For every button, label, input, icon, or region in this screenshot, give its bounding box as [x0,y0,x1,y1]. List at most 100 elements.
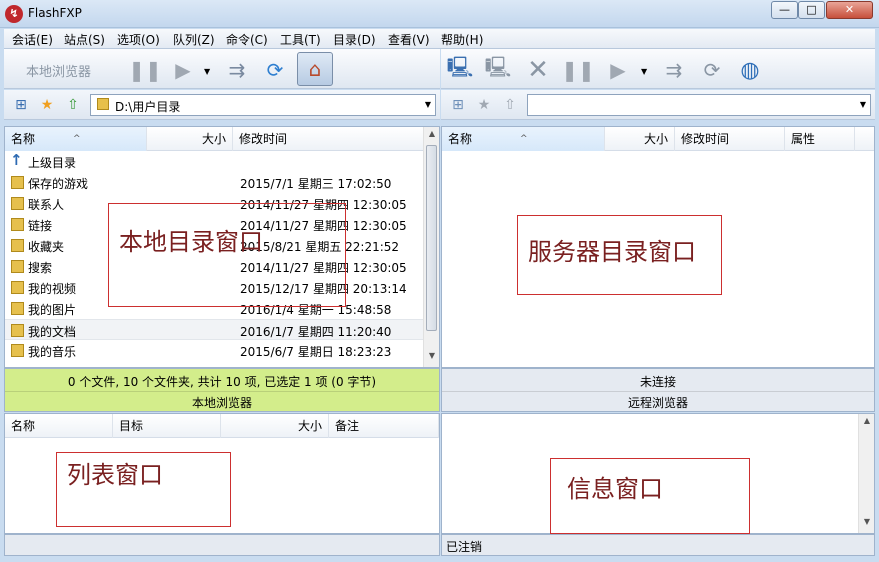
menu-bar: 会话(E) 站点(S) 选项(O) 队列(Z) 命令(C) 工具(T) 目录(D… [4,29,875,49]
list-item[interactable]: 保存的游戏 2015/7/1 星期三 17:02:50 [5,172,423,193]
disconnect-icon[interactable]: 🖳 [485,55,512,83]
title-bar: ↯ FlashFXP — □ ✕ [0,0,879,28]
abort-icon[interactable]: ✕ [525,55,551,85]
local-browser-label: 本地浏览器 [5,391,439,411]
local-path-combobox[interactable]: D:\用户目录 ▼ [90,94,436,116]
column-note[interactable]: 备注 [329,414,439,438]
menu-directory[interactable]: 目录(D) [333,31,376,48]
menu-tools[interactable]: 工具(T) [280,31,321,48]
folder-icon [11,302,24,315]
local-toolbar: 本地浏览器 ❚❚ ▶ ▼ ⇉ ⟳ ⌂ [4,49,440,89]
scroll-down-icon[interactable]: ▼ [424,351,439,365]
remote-path-combobox[interactable]: ▼ [527,94,871,116]
annotation-local-window: 本地目录窗口 [108,203,346,307]
sort-ascending-icon: ^ [520,134,528,144]
column-size[interactable]: 大小 [147,127,233,151]
window-title: FlashFXP [28,6,82,20]
play-icon[interactable]: ▶ [605,57,631,83]
flashfxp-logo-icon: ↯ [5,5,23,23]
menu-options[interactable]: 选项(O) [117,31,160,48]
column-size[interactable]: 大小 [605,127,675,151]
minimize-button[interactable]: — [771,1,798,19]
maximize-button[interactable]: □ [798,1,825,19]
scrollbar-thumb[interactable] [426,145,437,331]
list-item-selected[interactable]: 我的文档 2016/1/7 星期四 11:20:40 [5,319,423,340]
bottom-status-left [4,534,440,556]
remote-status-summary: 未连接 [639,375,676,389]
pause-icon[interactable]: ❚❚ [561,57,595,83]
scroll-up-icon[interactable]: ▲ [424,129,439,143]
favorites-star-icon[interactable]: ★ [475,96,493,114]
close-button[interactable]: ✕ [826,1,873,19]
menu-help[interactable]: 帮助(H) [441,31,483,48]
remote-status-bar: 未连接 远程浏览器 [441,368,875,412]
play-icon[interactable]: ▶ [170,57,196,83]
column-name[interactable]: 名称 [5,414,113,438]
queue-column-header: 名称 目标 大小 备注 [5,414,439,438]
transfer-icon[interactable]: ⇉ [224,57,250,83]
file-name: 我的视频 [28,282,77,296]
menu-commands[interactable]: 命令(C) [226,31,268,48]
connection-status-text: 已注销 [446,540,483,554]
local-status-summary: 0 个文件, 10 个文件夹, 共计 10 项, 已选定 1 项 (0 字节) [67,375,377,389]
file-name: 我的音乐 [28,345,77,359]
local-vertical-scrollbar[interactable]: ▲ ▼ [423,127,439,367]
refresh-icon[interactable]: ⟳ [262,57,288,83]
file-name: 保存的游戏 [28,177,89,191]
pause-icon[interactable]: ❚❚ [128,57,162,83]
menu-queue[interactable]: 队列(Z) [173,31,215,48]
tree-view-icon[interactable]: ⊞ [449,96,467,114]
column-size[interactable]: 大小 [221,414,329,438]
file-date: 2015/7/1 星期三 17:02:50 [240,177,392,191]
favorites-star-icon[interactable]: ★ [38,96,56,114]
remote-toolbar: 🖳 🖳 ✕ ❚❚ ▶ ▼ ⇉ ⟳ ◍ [441,49,875,89]
local-path-value: D:\用户目录 [115,100,181,114]
dropdown-arrow-icon[interactable]: ▼ [641,67,647,76]
chevron-down-icon[interactable]: ▼ [860,100,866,109]
list-item[interactable]: 我的音乐 2015/6/7 星期日 18:23:23 [5,340,423,361]
dropdown-arrow-icon[interactable]: ▼ [204,67,210,76]
file-name: 收藏夹 [28,240,65,254]
column-attributes[interactable]: 属性 [785,127,855,151]
column-name[interactable]: 名称 ^ [5,127,147,151]
file-name: 搜索 [28,261,53,275]
go-up-arrow-icon[interactable]: ⇧ [501,96,519,114]
transfer-icon[interactable]: ⇉ [661,57,687,83]
annotation-server-window: 服务器目录窗口 [517,215,722,295]
scroll-down-icon[interactable]: ▼ [859,517,874,531]
home-icon[interactable]: ⌂ [297,52,333,86]
chevron-down-icon[interactable]: ▼ [425,100,431,109]
local-status-bar: 0 个文件, 10 个文件夹, 共计 10 项, 已选定 1 项 (0 字节) … [4,368,440,412]
info-vertical-scrollbar[interactable]: ▲ ▼ [858,414,874,533]
tree-view-icon[interactable]: ⊞ [12,96,30,114]
remote-path-bar: ⊞ ★ ⇧ ▼ [441,90,875,120]
file-name: 联系人 [28,198,65,212]
refresh-icon[interactable]: ⟳ [699,57,725,83]
file-name: 我的文档 [28,325,77,339]
folder-icon [11,239,24,252]
menu-view[interactable]: 查看(V) [388,31,430,48]
scroll-up-icon[interactable]: ▲ [859,416,874,430]
file-date: 2016/1/7 星期四 11:20:40 [240,325,392,339]
folder-icon [11,218,24,231]
column-modified[interactable]: 修改时间 [675,127,785,151]
list-item[interactable]: ↑ 上级目录 [5,151,423,172]
column-modified[interactable]: 修改时间 [233,127,425,151]
local-column-header: 名称 ^ 大小 修改时间 [5,127,439,151]
folder-icon [11,260,24,273]
go-up-arrow-icon[interactable]: ⇧ [64,96,82,114]
folder-icon [97,98,109,110]
column-name[interactable]: 名称 ^ [442,127,605,151]
globe-icon[interactable]: ◍ [737,57,763,83]
menu-sites[interactable]: 站点(S) [64,31,105,48]
local-browser-toolbar-label: 本地浏览器 [26,65,92,80]
connect-icon[interactable]: 🖳 [447,55,474,83]
menu-session[interactable]: 会话(E) [12,31,53,48]
sort-ascending-icon: ^ [73,134,81,144]
file-name: 我的图片 [28,303,77,317]
annotation-queue-window: 列表窗口 [56,452,231,527]
folder-icon [11,344,24,357]
bottom-status-bar: 已注销 [441,534,875,556]
folder-icon [11,176,24,189]
column-target[interactable]: 目标 [113,414,221,438]
